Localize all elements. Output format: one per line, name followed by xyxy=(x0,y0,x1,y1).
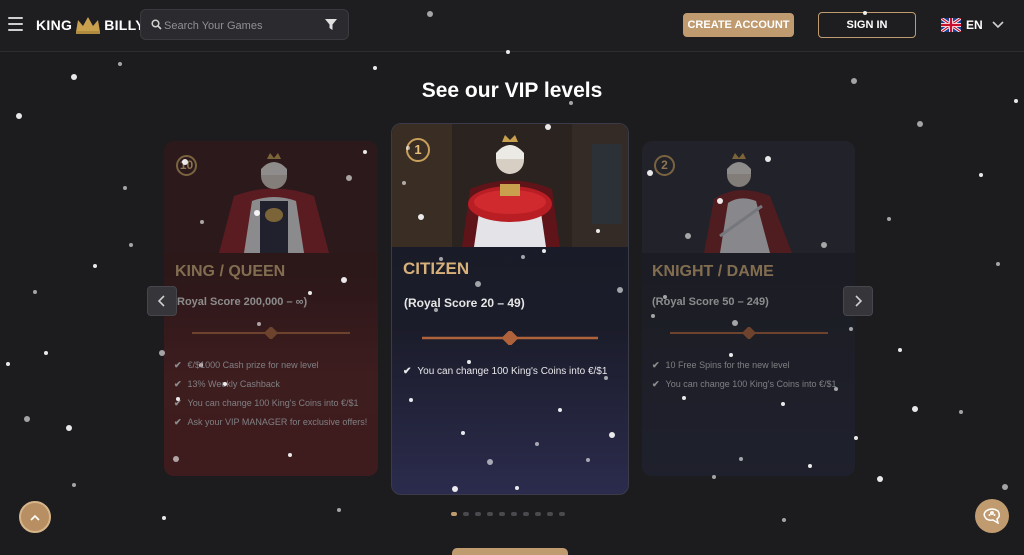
scroll-to-top-button[interactable] xyxy=(19,501,51,533)
check-icon: ✔ xyxy=(652,360,660,370)
snowflake xyxy=(6,362,10,366)
snowflake xyxy=(66,425,72,431)
snowflake xyxy=(782,518,786,522)
perks-list: ✔ You can change 100 King's Coins into €/… xyxy=(403,362,607,382)
chat-button[interactable] xyxy=(975,499,1009,533)
chevron-up-icon xyxy=(30,514,40,521)
snowflake xyxy=(898,348,902,352)
card-image xyxy=(642,141,855,253)
pagination-dot[interactable] xyxy=(535,512,541,516)
snowflake xyxy=(93,264,97,268)
search-icon xyxy=(151,19,162,30)
level-name: KNIGHT / DAME xyxy=(652,263,774,280)
perk-item: ✔ 13% Weekly Cashback xyxy=(174,375,367,394)
perk-item: ✔ 10 Free Spins for the new level xyxy=(652,356,837,375)
perk-item: ✔ You can change 100 King's Coins into €/… xyxy=(652,375,837,394)
search-input[interactable] xyxy=(164,17,314,34)
carousel-next-button[interactable] xyxy=(843,286,873,316)
section-title: See our VIP levels xyxy=(421,79,603,102)
snowflake xyxy=(1002,484,1008,490)
carousel-prev-button[interactable] xyxy=(147,286,177,316)
create-account-button[interactable]: CREATE ACCOUNT xyxy=(683,13,794,37)
snowflake xyxy=(373,66,377,70)
level-score: (Royal Score 50 – 249) xyxy=(652,296,769,308)
check-icon: ✔ xyxy=(403,366,412,377)
snowflake xyxy=(129,243,133,247)
pagination-dot[interactable] xyxy=(511,512,517,516)
pagination-dot[interactable] xyxy=(475,512,481,516)
pagination-dot[interactable] xyxy=(523,512,529,516)
pagination-dot[interactable] xyxy=(499,512,505,516)
perk-item: ✔ You can change 100 King's Coins into €/… xyxy=(174,394,367,413)
snowflake xyxy=(979,173,983,177)
vip-card-king-queen[interactable]: 10 KING / QUEEN Royal Score 200,000 – ∞)… xyxy=(164,141,378,476)
vip-card-knight-dame[interactable]: 2 KNIGHT / DAME (Royal Score 50 – 249) ✔… xyxy=(642,141,855,476)
vip-card-citizen[interactable]: 1 CITIZEN (Royal Score 20 – 49) ✔ You can… xyxy=(391,123,629,495)
logo-text-left: KING xyxy=(36,17,73,33)
snowflake xyxy=(24,416,30,422)
chevron-right-icon xyxy=(855,295,862,307)
logo-text-right: BILLY xyxy=(104,17,145,33)
pagination-dot[interactable] xyxy=(451,512,457,516)
card-image xyxy=(164,141,378,253)
language-code: EN xyxy=(966,18,983,32)
perks-list: ✔ €/$1000 Cash prize for new level ✔ 13% W… xyxy=(174,356,367,432)
chat-icon xyxy=(983,508,1001,524)
hamburger-icon[interactable] xyxy=(8,17,23,31)
level-name: CITIZEN xyxy=(403,259,470,278)
perks-list: ✔ 10 Free Spins for the new level ✔ You ca… xyxy=(652,356,837,394)
snowflake xyxy=(959,410,963,414)
filter-icon[interactable] xyxy=(325,19,337,31)
uk-flag-icon xyxy=(941,18,961,32)
bottom-cta-button[interactable] xyxy=(452,548,568,555)
snowflake xyxy=(877,476,883,482)
language-selector[interactable]: EN xyxy=(941,16,1004,34)
snowflake xyxy=(887,217,891,221)
snowflake xyxy=(16,113,22,119)
pagination-dot[interactable] xyxy=(547,512,553,516)
perk-item: ✔ You can change 100 King's Coins into €/… xyxy=(403,362,607,382)
search-bar[interactable] xyxy=(140,9,349,40)
level-badge: 1 xyxy=(406,138,430,162)
pagination-dot[interactable] xyxy=(559,512,565,516)
chevron-left-icon xyxy=(158,295,165,307)
check-icon: ✔ xyxy=(174,398,182,408)
snowflake xyxy=(33,290,37,294)
carousel-pagination xyxy=(451,512,571,516)
level-badge: 10 xyxy=(176,155,197,176)
knight-illustration xyxy=(642,141,855,253)
sign-in-button[interactable]: SIGN IN xyxy=(818,12,916,38)
snowflake xyxy=(996,262,1000,266)
snowflake xyxy=(162,516,166,520)
king-illustration xyxy=(164,141,378,253)
divider-ornament xyxy=(192,327,350,339)
snowflake xyxy=(912,406,918,412)
check-icon: ✔ xyxy=(174,379,182,389)
divider-ornament xyxy=(670,327,828,339)
snowflake xyxy=(917,121,923,127)
level-name: KING / QUEEN xyxy=(175,263,286,280)
snowflake xyxy=(123,186,127,190)
crown-icon xyxy=(76,17,101,34)
snowflake xyxy=(118,62,122,66)
perk-item: ✔ Ask your VIP MANAGER for exclusive offe… xyxy=(174,413,367,432)
pagination-dot[interactable] xyxy=(463,512,469,516)
chevron-down-icon xyxy=(992,21,1004,29)
snowflake xyxy=(44,351,48,355)
divider-ornament xyxy=(422,331,598,345)
check-icon: ✔ xyxy=(174,360,182,370)
perk-item: ✔ €/$1000 Cash prize for new level xyxy=(174,356,367,375)
check-icon: ✔ xyxy=(652,379,660,389)
level-score: Royal Score 200,000 – ∞) xyxy=(177,296,308,308)
level-badge: 2 xyxy=(654,155,675,176)
snowflake xyxy=(337,508,341,512)
level-score: (Royal Score 20 – 49) xyxy=(404,296,525,310)
logo[interactable]: KING BILLY xyxy=(36,14,145,36)
snowflake xyxy=(72,483,76,487)
check-icon: ✔ xyxy=(174,417,182,427)
top-header: KING BILLY CREATE ACCOUNT SIGN IN EN xyxy=(0,0,1024,52)
pagination-dot[interactable] xyxy=(487,512,493,516)
